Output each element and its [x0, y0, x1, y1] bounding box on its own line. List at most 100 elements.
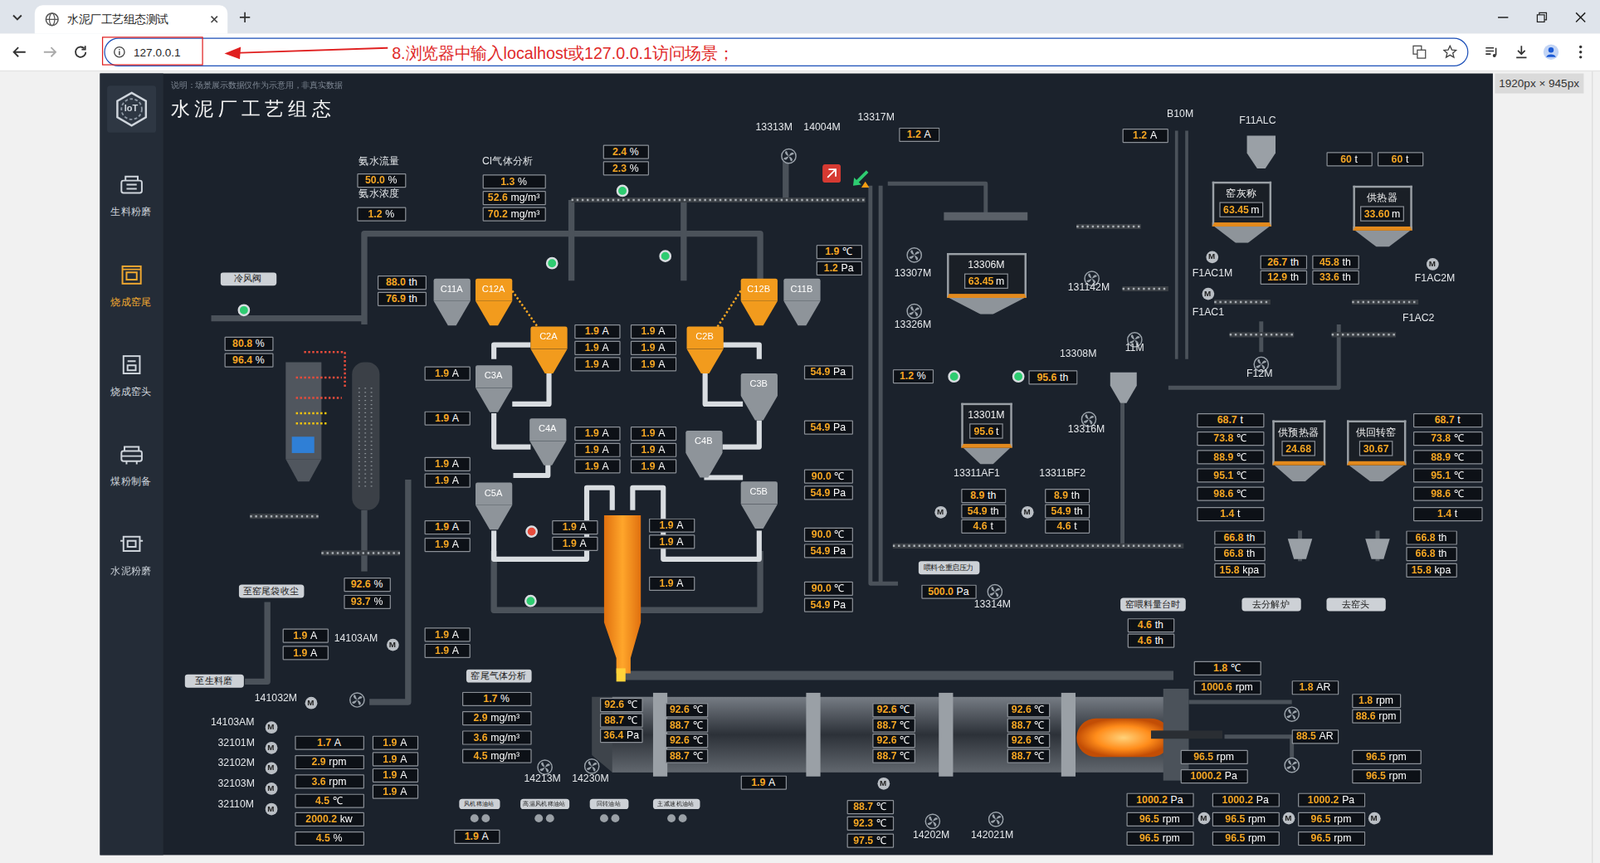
- readout-value: 66.8: [1223, 549, 1244, 560]
- readout-value: 1.9: [585, 461, 600, 472]
- equipment-label: 13316M: [1068, 423, 1105, 436]
- readout-unit: kw: [340, 814, 353, 825]
- readout-value: 4.5: [473, 751, 488, 761]
- scene-button[interactable]: 去窑头: [1326, 598, 1386, 612]
- profile-button[interactable]: [1536, 43, 1566, 61]
- scene-button[interactable]: 冷风阀: [219, 272, 277, 286]
- readout: 97.5℃: [846, 834, 894, 849]
- tab-search-button[interactable]: [4, 4, 31, 31]
- readout-value: 1.9: [640, 359, 655, 370]
- readout-value: 80.8: [232, 338, 253, 349]
- readout: 1.9A: [424, 520, 470, 535]
- sidebar-item[interactable]: 烧成窑尾: [110, 263, 152, 309]
- readout: 1.9A: [424, 473, 470, 488]
- new-tab-button[interactable]: [231, 4, 259, 31]
- equipment-label: 氨水流量: [358, 155, 400, 168]
- readout-unit: ℃: [1034, 720, 1044, 731]
- chevron-icon: [11, 11, 25, 25]
- scene-button[interactable]: 至生料磨: [184, 674, 244, 688]
- valve-icon[interactable]: [658, 249, 672, 263]
- star-icon[interactable]: [1443, 44, 1458, 59]
- fan-icon: [1080, 405, 1098, 423]
- media-button[interactable]: [1476, 43, 1507, 61]
- forward-button[interactable]: [34, 36, 66, 68]
- readout: 66.8th: [1405, 546, 1457, 561]
- equipment-label: F1AC2: [1402, 312, 1435, 325]
- valve-icon[interactable]: [947, 370, 961, 383]
- logo-text: IoT: [124, 102, 139, 117]
- readout-value: 98.6: [1430, 488, 1451, 499]
- sidebar-item[interactable]: 烧成窑头: [110, 352, 152, 399]
- valve-icon[interactable]: [1011, 370, 1025, 383]
- readout-unit: A: [580, 538, 587, 549]
- address-bar[interactable]: 127.0.0.1: [103, 37, 1469, 66]
- readout: 1.9A: [371, 751, 418, 766]
- readout-value: 97.5: [853, 835, 874, 846]
- scene-button[interactable]: 至窑尾袋收尘: [238, 585, 304, 599]
- close-icon[interactable]: [209, 14, 220, 25]
- readout-value: 88.0: [385, 277, 406, 288]
- translate-icon[interactable]: [1412, 44, 1427, 59]
- readout: 1.9A: [648, 534, 694, 549]
- download-button[interactable]: [1506, 43, 1537, 61]
- scene-button[interactable]: 高温风机稀油站: [519, 799, 569, 810]
- readout-unit: A: [602, 342, 610, 353]
- valve-icon[interactable]: [545, 257, 558, 270]
- scene-button[interactable]: 主减速机油站: [652, 799, 700, 810]
- valve-icon[interactable]: [525, 525, 538, 538]
- readout-value: 2.9: [473, 712, 488, 723]
- readout-value: 12.9: [1267, 272, 1288, 283]
- silo-reading: 33.60m: [1360, 205, 1405, 221]
- reload-button[interactable]: [65, 36, 97, 68]
- cyclone-body: C5A: [474, 482, 512, 506]
- logo[interactable]: IoT: [106, 85, 156, 133]
- scene-button[interactable]: 回转油站: [589, 799, 629, 810]
- cyclone-name: C11B: [790, 282, 813, 298]
- readout-unit: ℃: [1453, 488, 1464, 499]
- motor-icon: M: [264, 721, 278, 734]
- readout-unit: ℃: [692, 720, 703, 731]
- readout: 88.6rpm: [1351, 709, 1401, 724]
- cyclone-body: C3A: [474, 365, 512, 388]
- scene-button[interactable]: 风机稀油站: [458, 799, 500, 810]
- readout: 36.4Pa: [599, 728, 644, 743]
- readout-value: 1.9: [434, 475, 449, 486]
- readout: 96.5rpm: [1297, 812, 1365, 827]
- silo-cone: [1211, 226, 1271, 244]
- sidebar-item[interactable]: 煤粉制备: [110, 443, 152, 489]
- minimize-button[interactable]: [1483, 0, 1523, 35]
- readout-unit: A: [452, 645, 459, 656]
- readout: 92.6℃: [664, 702, 708, 718]
- readout: 1.9A: [740, 775, 786, 790]
- scrollbar[interactable]: [1591, 71, 1600, 863]
- readout-unit: ℃: [692, 705, 703, 716]
- readout-unit: kpa: [1434, 565, 1451, 576]
- scene-button[interactable]: 窑喂料量台时: [1119, 598, 1186, 612]
- readout-unit: ℃: [1034, 736, 1044, 747]
- menu-button[interactable]: [1565, 43, 1596, 61]
- scene-button[interactable]: 窑尾气体分析: [465, 669, 532, 683]
- readout-unit: A: [334, 737, 342, 748]
- cyclone: C4A: [529, 418, 566, 468]
- readout: 4.6th: [1126, 634, 1175, 649]
- restore-button[interactable]: [1522, 0, 1562, 35]
- status-dot: [667, 814, 676, 823]
- valve-icon[interactable]: [615, 185, 629, 198]
- readout-unit: A: [676, 536, 683, 547]
- sidebar-item[interactable]: 生料粉磨: [110, 173, 152, 220]
- readout: 1.7A: [294, 736, 365, 751]
- readout-value: 73.8: [1430, 434, 1451, 444]
- close-window-button[interactable]: [1560, 0, 1600, 35]
- sidebar-item[interactable]: 水泥粉磨: [110, 532, 152, 579]
- globe-icon: [44, 12, 59, 27]
- scene-button[interactable]: 去分解炉: [1241, 598, 1301, 612]
- valve-icon[interactable]: [237, 303, 250, 317]
- readout-value: 1.8: [1358, 696, 1373, 707]
- silo-value: 30.67: [1363, 443, 1390, 455]
- readout-unit: th: [1342, 272, 1352, 283]
- scene-button[interactable]: 喂料仓重启压力: [917, 560, 980, 575]
- valve-icon[interactable]: [523, 595, 537, 608]
- browser-tab[interactable]: 水泥厂工艺组态测试: [34, 4, 228, 34]
- back-button[interactable]: [4, 36, 35, 68]
- readout-unit: A: [452, 475, 459, 486]
